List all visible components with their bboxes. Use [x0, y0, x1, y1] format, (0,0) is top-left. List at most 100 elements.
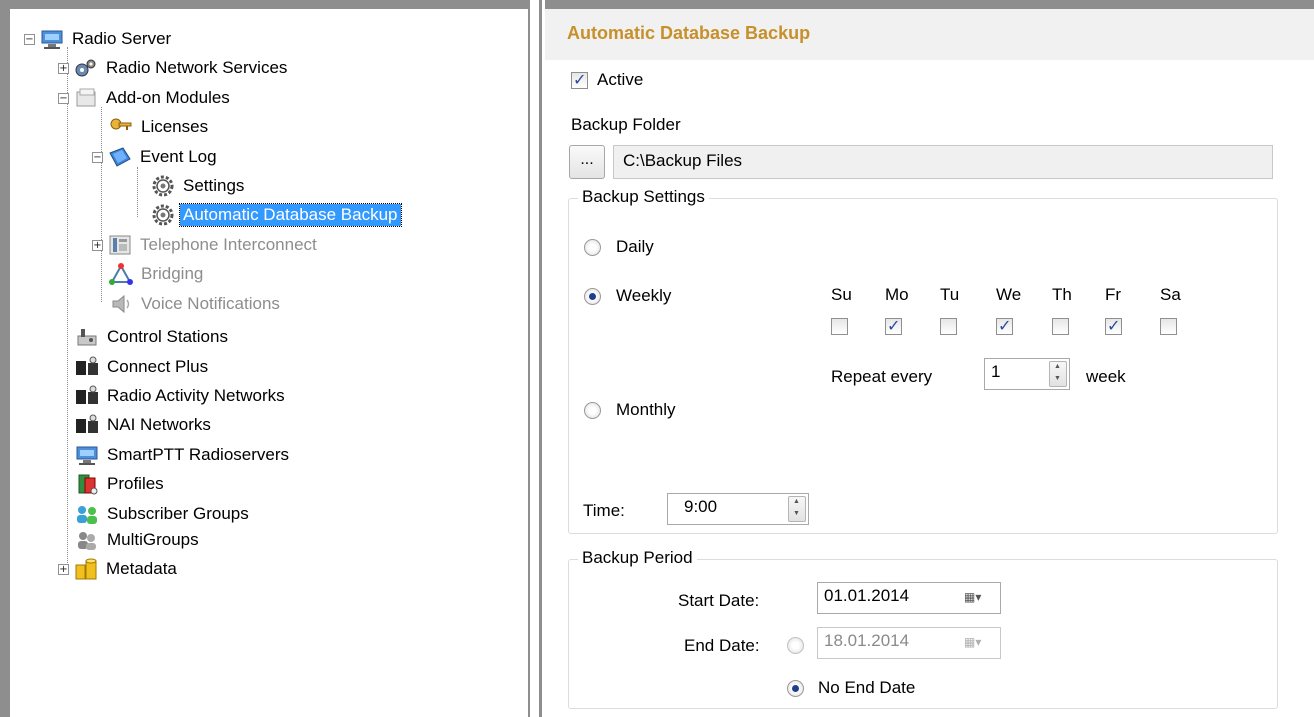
repeat-every-stepper[interactable]: 1	[984, 358, 1070, 390]
panel-title: Automatic Database Backup	[567, 23, 811, 43]
tree-item-metadata[interactable]: + Metadata	[58, 556, 180, 582]
browse-button[interactable]: ...	[569, 145, 605, 179]
day-column-su[interactable]: Su	[831, 285, 852, 340]
tree-item-radio-activity-networks[interactable]: Radio Activity Networks	[74, 383, 288, 409]
panel-splitter[interactable]	[530, 0, 542, 717]
start-date-value: 01.01.2014	[824, 586, 910, 605]
tree-item-automatic-database-backup[interactable]: Automatic Database Backup	[150, 202, 402, 228]
end-date-picker[interactable]: 18.01.2014 ▦▾	[817, 627, 1001, 659]
day-column-th[interactable]: Th	[1052, 285, 1072, 340]
time-label: Time:	[583, 501, 625, 520]
collapse-icon[interactable]: −	[92, 151, 103, 163]
database-icon	[73, 557, 99, 581]
start-date-picker[interactable]: 01.01.2014 ▦▾	[817, 582, 1001, 614]
tree-item-label: Metadata	[106, 559, 177, 578]
day-column-tu[interactable]: Tu	[940, 285, 959, 340]
daily-label: Daily	[616, 237, 654, 256]
active-checkbox-row[interactable]: Active	[571, 70, 643, 90]
day-checkbox-fr[interactable]	[1105, 316, 1122, 335]
day-checkbox-th[interactable]	[1052, 318, 1069, 335]
profiles-icon	[74, 472, 100, 496]
no-end-date-radio[interactable]	[787, 679, 804, 697]
server-icon	[39, 27, 65, 51]
tree-item-telephone-interconnect[interactable]: + Telephone Interconnect	[92, 232, 320, 258]
tree-item-profiles[interactable]: Profiles	[74, 471, 167, 497]
tree-item-label: Radio Server	[72, 29, 172, 48]
tree-line	[67, 47, 68, 567]
network-icon	[74, 384, 100, 408]
tree-item-radio-server[interactable]: − Radio Server	[24, 26, 174, 52]
weekly-option[interactable]: Weekly	[584, 286, 671, 306]
day-label: We	[996, 285, 1022, 304]
day-column-sa[interactable]: Sa	[1160, 285, 1181, 340]
collapse-icon[interactable]: −	[58, 92, 69, 104]
bridge-icon	[108, 262, 134, 286]
monthly-radio[interactable]	[584, 401, 601, 419]
day-column-we[interactable]: We	[996, 285, 1021, 340]
tree-item-voice-notifications[interactable]: Voice Notifications	[108, 291, 283, 317]
repeat-every-label: Repeat every	[831, 367, 933, 386]
multigroup-icon	[74, 528, 100, 552]
no-end-date-option[interactable]: No End Date	[787, 678, 915, 698]
tree-item-radio-network-services[interactable]: + Radio Network Services	[58, 55, 290, 81]
calendar-dropdown-icon[interactable]: ▦▾	[964, 590, 994, 606]
time-value: 9:00	[684, 497, 718, 516]
tree-item-label: Subscriber Groups	[107, 504, 249, 523]
settings-panel: Automatic Database Backup Active Backup …	[545, 0, 1314, 717]
tree-item-control-stations[interactable]: Control Stations	[74, 324, 231, 350]
monthly-label: Monthly	[616, 400, 676, 419]
network-icon	[74, 413, 100, 437]
active-checkbox[interactable]	[571, 70, 588, 89]
spin-buttons-icon[interactable]	[1049, 361, 1067, 387]
time-stepper[interactable]: 9:00	[667, 493, 809, 525]
tree-item-label: Profiles	[107, 474, 164, 493]
day-label: Th	[1052, 285, 1072, 304]
radio-icon	[74, 325, 100, 349]
expand-icon[interactable]: +	[58, 62, 69, 74]
tree-item-bridging[interactable]: Bridging	[108, 261, 206, 287]
tree-item-smartptt-radioservers[interactable]: SmartPTT Radioservers	[74, 442, 292, 468]
spin-buttons-icon[interactable]	[788, 496, 806, 522]
tree-item-label: Control Stations	[107, 327, 228, 346]
end-date-radio[interactable]	[787, 637, 804, 654]
tree-item-addon-modules[interactable]: − Add-on Modules	[58, 85, 233, 111]
tree-item-label: Settings	[183, 176, 245, 195]
tree-item-label: Telephone Interconnect	[140, 235, 317, 254]
tree-item-settings[interactable]: Settings	[150, 173, 247, 199]
day-checkbox-su[interactable]	[831, 318, 848, 335]
monthly-option[interactable]: Monthly	[584, 400, 676, 420]
backup-folder-path[interactable]: C:\Backup Files	[613, 145, 1273, 179]
key-icon	[108, 115, 134, 139]
tree-line	[101, 107, 102, 302]
telephone-icon	[107, 233, 133, 257]
day-checkbox-sa[interactable]	[1160, 318, 1177, 335]
tree-item-label: Automatic Database Backup	[179, 203, 402, 227]
tree-item-connect-plus[interactable]: Connect Plus	[74, 354, 211, 380]
calendar-dropdown-icon[interactable]: ▦▾	[964, 635, 994, 651]
day-checkbox-mo[interactable]	[885, 316, 902, 335]
tree-item-event-log[interactable]: − Event Log	[92, 144, 220, 170]
tree-item-licenses[interactable]: Licenses	[108, 114, 211, 140]
tree-item-label: Licenses	[141, 117, 209, 136]
collapse-icon[interactable]: −	[24, 33, 35, 45]
navigation-tree[interactable]: − Radio Server + Radio Network Services …	[0, 0, 530, 717]
active-label: Active	[597, 70, 644, 89]
daily-option[interactable]: Daily	[584, 237, 654, 257]
weekly-radio[interactable]	[584, 287, 601, 305]
users-icon	[74, 502, 100, 526]
tree-item-multigroups[interactable]: MultiGroups	[74, 527, 202, 553]
day-column-mo[interactable]: Mo	[885, 285, 909, 340]
day-label: Tu	[940, 285, 960, 304]
day-checkbox-we[interactable]	[996, 316, 1013, 335]
tree-item-nai-networks[interactable]: NAI Networks	[74, 412, 214, 438]
day-column-fr[interactable]: Fr	[1105, 285, 1122, 340]
day-checkbox-tu[interactable]	[940, 318, 957, 335]
daily-radio[interactable]	[584, 238, 601, 256]
expand-icon[interactable]: +	[92, 239, 103, 251]
backup-folder-label: Backup Folder	[571, 115, 681, 134]
tree-item-label: Add-on Modules	[106, 88, 230, 107]
expand-icon[interactable]: +	[58, 563, 69, 575]
tree-line	[137, 167, 138, 217]
network-icon	[74, 355, 100, 379]
tree-item-subscriber-groups[interactable]: Subscriber Groups	[74, 501, 252, 527]
